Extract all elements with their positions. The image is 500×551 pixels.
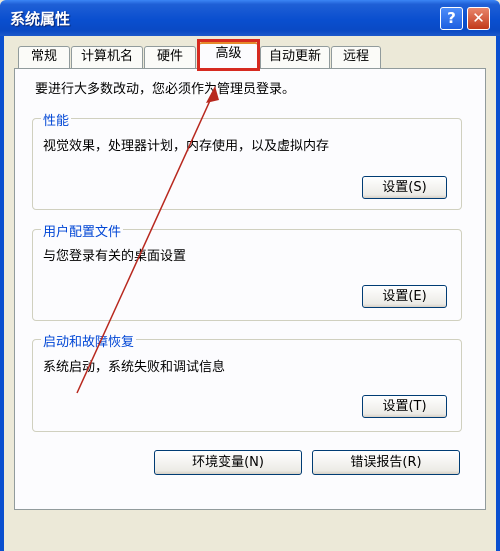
admin-notice: 要进行大多数改动，您必须作为管理员登录。	[35, 82, 296, 97]
tab-hardware[interactable]: 硬件	[144, 46, 196, 68]
tab-general[interactable]: 常规	[18, 46, 70, 68]
window-frame-left	[0, 36, 4, 551]
close-icon: ✕	[472, 9, 485, 27]
user-profiles-description: 与您登录有关的桌面设置	[43, 249, 187, 264]
error-reporting-button[interactable]: 错误报告(R)	[312, 450, 460, 475]
startup-recovery-group-title: 启动和故障恢复	[41, 331, 137, 350]
window-frame-right	[496, 36, 500, 551]
tab-computer-name[interactable]: 计算机名	[71, 46, 143, 68]
startup-recovery-settings-button[interactable]: 设置(T)	[362, 395, 447, 418]
help-icon: ?	[447, 9, 456, 27]
tab-automatic-updates[interactable]: 自动更新	[260, 46, 330, 68]
user-profiles-settings-button[interactable]: 设置(E)	[362, 285, 447, 308]
startup-recovery-description: 系统启动，系统失败和调试信息	[43, 360, 226, 375]
startup-recovery-group: 启动和故障恢复 系统启动，系统失败和调试信息	[32, 331, 462, 432]
tab-remote[interactable]: 远程	[331, 46, 381, 68]
environment-variables-button[interactable]: 环境变量(N)	[154, 450, 302, 475]
user-profiles-group-title: 用户配置文件	[41, 221, 124, 240]
window-title: 系统属性	[10, 10, 71, 28]
help-button[interactable]: ?	[440, 7, 463, 30]
performance-description: 视觉效果，处理器计划，内存使用，以及虚拟内存	[43, 139, 330, 154]
title-bar[interactable]: 系统属性 ? ✕	[0, 0, 500, 36]
performance-group-title: 性能	[41, 110, 72, 129]
performance-settings-button[interactable]: 设置(S)	[362, 176, 447, 199]
close-button[interactable]: ✕	[467, 7, 490, 30]
tab-highlight-box	[197, 39, 260, 71]
